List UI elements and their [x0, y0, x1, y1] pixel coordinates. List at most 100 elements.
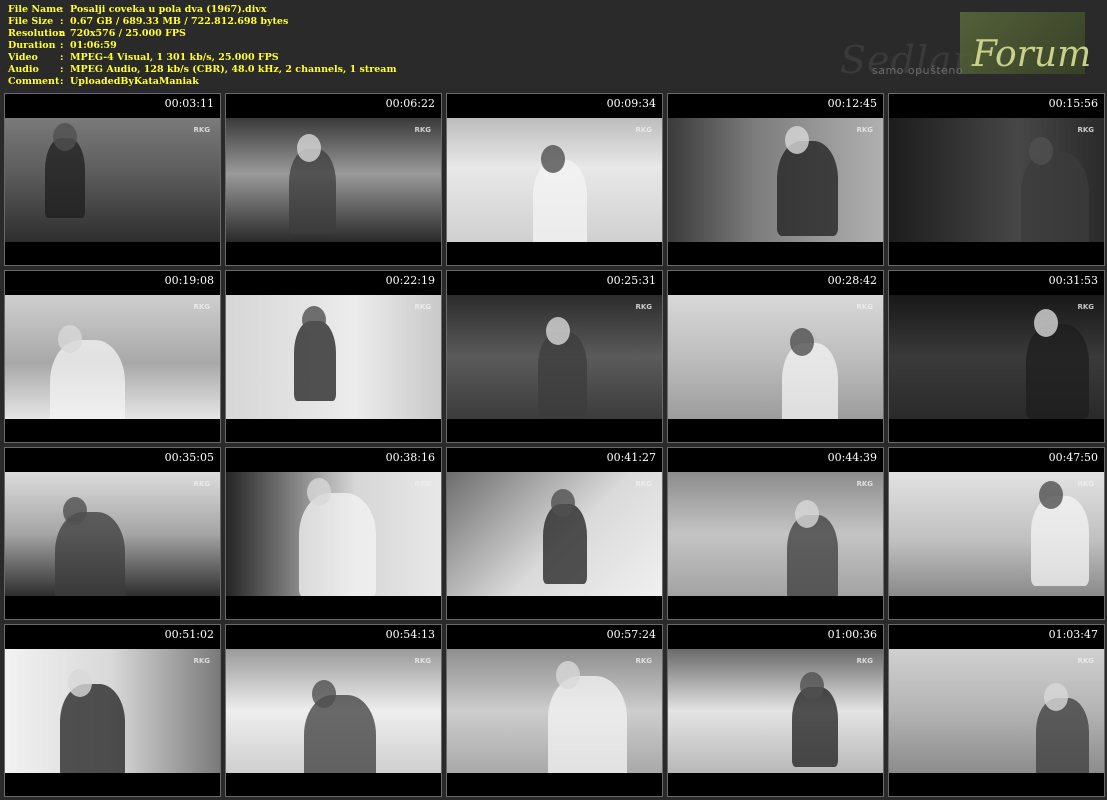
video-frame: RKG — [226, 295, 441, 419]
thumbnail: 00:19:08 RKG — [4, 270, 221, 443]
thumbnail-timestamp: 00:25:31 — [606, 274, 656, 287]
figure-silhouette — [777, 141, 838, 236]
thumbnail-timestamp: 00:19:08 — [164, 274, 214, 287]
figure-head — [312, 680, 336, 708]
thumbnail: 00:54:13 RKG — [225, 624, 442, 797]
info-value: 0.67 GB / 689.33 MB / 722.812.698 bytes — [70, 16, 289, 27]
video-frame: RKG — [889, 649, 1104, 773]
figure-head — [302, 306, 326, 334]
channel-watermark: RKG — [414, 657, 431, 665]
figure-silhouette — [55, 512, 125, 596]
figure-head — [551, 489, 575, 517]
thumbnail-timestamp: 00:31:53 — [1048, 274, 1098, 287]
info-row-file-name: File Name : Posalji coveka u pola dva (1… — [8, 4, 397, 16]
figure-head — [790, 328, 814, 356]
figure-silhouette — [1036, 698, 1089, 773]
thumbnail-timestamp: 00:51:02 — [164, 628, 214, 641]
video-frame: RKG — [889, 295, 1104, 419]
thumbnail: 00:47:50 RKG — [888, 447, 1105, 620]
video-frame: RKG — [889, 472, 1104, 596]
thumbnail: 00:15:56 RKG — [888, 93, 1105, 266]
info-key: File Size — [8, 16, 54, 27]
info-key: Duration — [8, 40, 56, 51]
figure-silhouette — [533, 160, 587, 242]
thumbnail-timestamp: 00:44:39 — [827, 451, 877, 464]
figure-silhouette — [299, 493, 376, 596]
video-frame: RKG — [668, 649, 883, 773]
thumbnail-timestamp: 00:54:13 — [385, 628, 435, 641]
figure-head — [541, 145, 565, 173]
thumbnail: 00:09:34 RKG — [446, 93, 663, 266]
thumbnail-timestamp: 00:41:27 — [606, 451, 656, 464]
thumbnail: 00:41:27 RKG — [446, 447, 663, 620]
channel-watermark: RKG — [1077, 480, 1094, 488]
figure-head — [556, 661, 580, 689]
figure-head — [785, 126, 809, 154]
thumbnail-timestamp: 00:22:19 — [385, 274, 435, 287]
thumbnail: 00:06:22 RKG — [225, 93, 442, 266]
thumbnail-timestamp: 00:47:50 — [1048, 451, 1098, 464]
info-row-video: Video : MPEG-4 Visual, 1 301 kb/s, 25.00… — [8, 52, 397, 64]
thumbnail-timestamp: 00:09:34 — [606, 97, 656, 110]
info-row-duration: Duration : 01:06:59 — [8, 40, 397, 52]
video-frame: RKG — [668, 118, 883, 242]
info-separator: : — [60, 28, 64, 39]
thumbnail: 00:28:42 RKG — [667, 270, 884, 443]
info-separator: : — [60, 16, 64, 27]
video-frame: RKG — [889, 118, 1104, 242]
figure-silhouette — [782, 343, 838, 419]
figure-silhouette — [1031, 496, 1089, 586]
thumbnail: 00:22:19 RKG — [225, 270, 442, 443]
thumbnail-timestamp: 01:00:36 — [827, 628, 877, 641]
channel-watermark: RKG — [635, 480, 652, 488]
figure-head — [795, 500, 819, 528]
info-key: Audio — [8, 64, 39, 75]
thumbnail-timestamp: 00:35:05 — [164, 451, 214, 464]
video-frame: RKG — [5, 649, 220, 773]
forum-logo: Sedlan Forum samo opušteno — [830, 8, 1100, 88]
info-value: 01:06:59 — [70, 40, 117, 51]
thumbnail: 00:35:05 RKG — [4, 447, 221, 620]
video-frame: RKG — [5, 118, 220, 242]
video-frame: RKG — [226, 472, 441, 596]
thumbnail-timestamp: 00:15:56 — [1048, 97, 1098, 110]
video-frame: RKG — [226, 118, 441, 242]
channel-watermark: RKG — [414, 480, 431, 488]
info-key: File Name — [8, 4, 63, 15]
channel-watermark: RKG — [635, 657, 652, 665]
video-frame: RKG — [226, 649, 441, 773]
video-frame: RKG — [5, 472, 220, 596]
figure-head — [546, 317, 570, 345]
thumbnail: 01:03:47 RKG — [888, 624, 1105, 797]
info-separator: : — [60, 64, 64, 75]
logo-main-text: Forum — [972, 34, 1092, 75]
figure-head — [1029, 137, 1053, 165]
figure-silhouette — [538, 332, 587, 417]
channel-watermark: RKG — [1077, 657, 1094, 665]
channel-watermark: RKG — [414, 303, 431, 311]
channel-watermark: RKG — [1077, 126, 1094, 134]
info-row-comment: Comment : UploadedByKataManiak — [8, 76, 397, 88]
channel-watermark: RKG — [193, 657, 210, 665]
thumbnail-timestamp: 00:03:11 — [164, 97, 214, 110]
info-value: MPEG-4 Visual, 1 301 kb/s, 25.000 FPS — [70, 52, 279, 63]
channel-watermark: RKG — [856, 126, 873, 134]
video-frame: RKG — [447, 118, 662, 242]
thumbnail-timestamp: 01:03:47 — [1048, 628, 1098, 641]
info-row-resolution: Resolution : 720x576 / 25.000 FPS — [8, 28, 397, 40]
thumbnail-timestamp: 00:57:24 — [606, 628, 656, 641]
info-value: MPEG Audio, 128 kb/s (CBR), 48.0 kHz, 2 … — [70, 64, 397, 75]
figure-head — [68, 669, 92, 697]
channel-watermark: RKG — [635, 303, 652, 311]
thumbnail-timestamp: 00:28:42 — [827, 274, 877, 287]
thumbnail: 00:31:53 RKG — [888, 270, 1105, 443]
thumbnail: 00:38:16 RKG — [225, 447, 442, 620]
info-value: 720x576 / 25.000 FPS — [70, 28, 186, 39]
thumbnail: 00:57:24 RKG — [446, 624, 663, 797]
video-frame: RKG — [5, 295, 220, 419]
figure-silhouette — [304, 695, 376, 773]
channel-watermark: RKG — [635, 126, 652, 134]
thumbnail-timestamp: 00:38:16 — [385, 451, 435, 464]
thumbnail: 00:25:31 RKG — [446, 270, 663, 443]
figure-silhouette — [50, 340, 125, 419]
